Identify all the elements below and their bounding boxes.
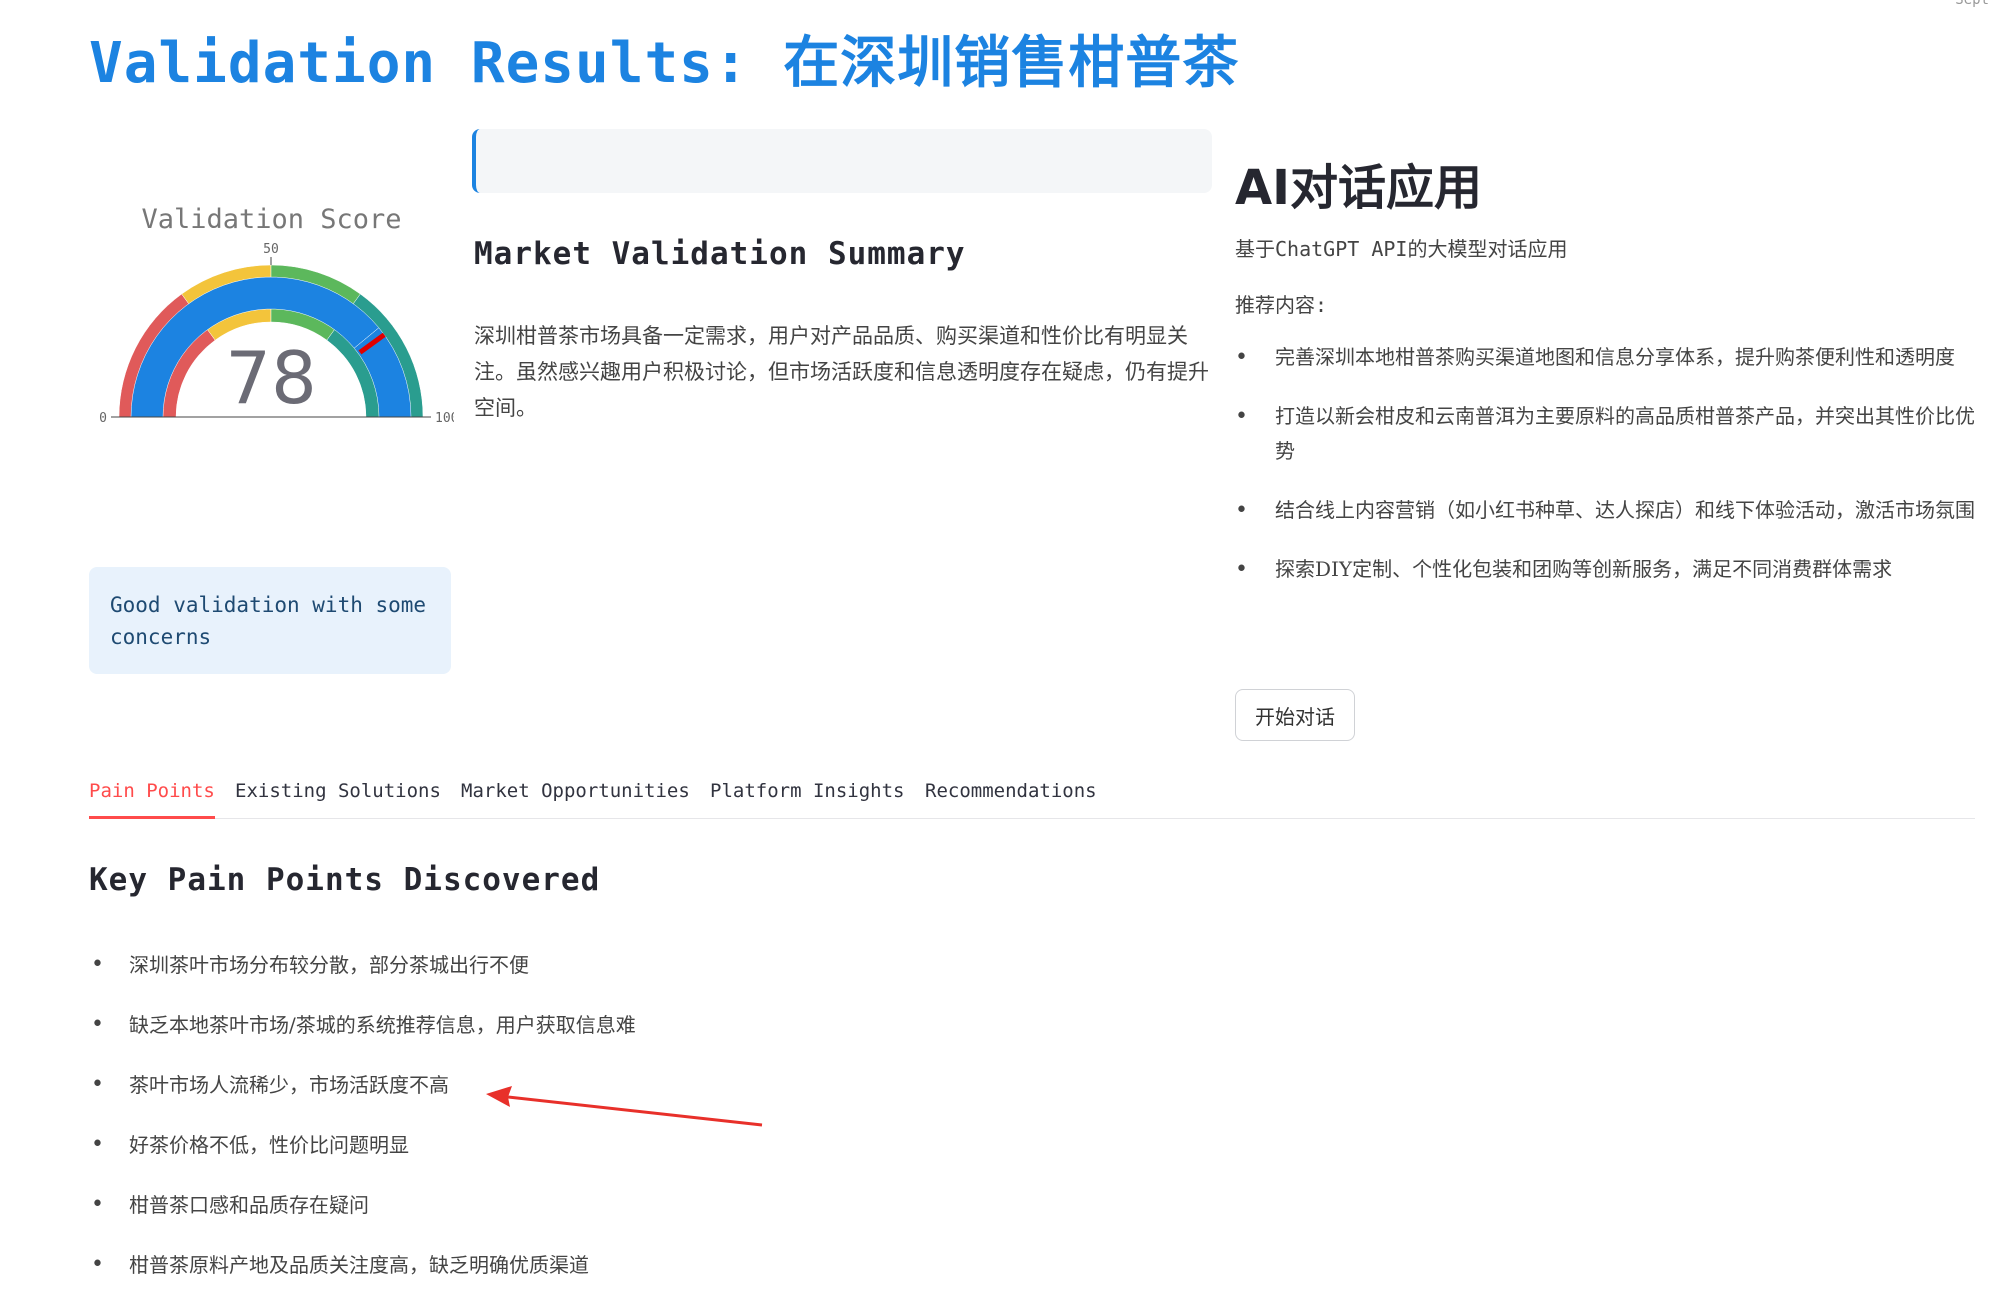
ai-panel-title: AI对话应用: [1235, 160, 1483, 216]
gauge-tick-max: 100: [435, 411, 454, 426]
gauge-title: Validation Score: [141, 204, 402, 235]
pain-point-item: 柑普茶原料产地及品质关注度高，缺乏明确优质渠道: [89, 1248, 989, 1308]
pain-point-item: 柑普茶口感和品质存在疑问: [89, 1188, 989, 1248]
verdict-box: Good validation with some concerns: [89, 567, 451, 674]
gauge-chart: 0 50 100 78: [99, 242, 454, 426]
pain-point-item: 缺乏本地茶叶市场/茶城的系统推荐信息，用户获取信息难: [89, 1008, 989, 1068]
annotation-arrow: [486, 1086, 763, 1127]
recommendation-item: 探索DIY定制、个性化包装和团购等创新服务，满足不同消费群体需求: [1235, 552, 1975, 587]
pain-points-heading: Key Pain Points Discovered: [89, 862, 601, 898]
corner-text: Sept: [1955, 0, 1989, 8]
page-title: Validation Results: 在深圳销售柑普茶: [89, 31, 1240, 96]
arrow-head: [486, 1086, 512, 1107]
tab-existing-solutions[interactable]: Existing Solutions: [235, 772, 441, 816]
pain-point-item: 好茶价格不低，性价比问题明显: [89, 1128, 989, 1188]
verdict-text: Good validation with some concerns: [110, 593, 427, 649]
gauge-tick-mid: 50: [263, 242, 279, 257]
summary-heading: Market Validation Summary: [474, 236, 966, 272]
info-bar: [472, 129, 1212, 193]
recommendations-list: 完善深圳本地柑普茶购买渠道地图和信息分享体系，提升购茶便利性和透明度 打造以新会…: [1235, 340, 1975, 611]
recommendation-item: 完善深圳本地柑普茶购买渠道地图和信息分享体系，提升购茶便利性和透明度: [1235, 340, 1975, 375]
recommendation-item: 打造以新会柑皮和云南普洱为主要原料的高品质柑普茶产品，并突出其性价比优势: [1235, 399, 1975, 469]
tab-platform-insights[interactable]: Platform Insights: [710, 772, 904, 816]
tab-recommendations[interactable]: Recommendations: [925, 772, 1097, 816]
validation-score-gauge: Validation Score 0 50 100 78: [89, 195, 454, 445]
arrow-shaft: [507, 1095, 763, 1127]
tab-market-opportunities[interactable]: Market Opportunities: [461, 772, 690, 816]
tab-bar: Pain Points Existing Solutions Market Op…: [89, 772, 1975, 819]
gauge-value-number: 78: [225, 336, 317, 420]
summary-text: 深圳柑普茶市场具备一定需求，用户对产品品质、购买渠道和性价比有明显关注。虽然感兴…: [474, 324, 1209, 420]
tab-pain-points[interactable]: Pain Points: [89, 772, 215, 819]
start-chat-button[interactable]: 开始对话: [1235, 689, 1355, 741]
recommendation-item: 结合线上内容营销（如小红书种草、达人探店）和线下体验活动，激活市场氛围: [1235, 493, 1975, 528]
gauge-tick-min: 0: [99, 411, 107, 426]
recommendations-label: 推荐内容:: [1235, 293, 1328, 317]
ai-panel-subtitle: 基于ChatGPT API的大模型对话应用: [1235, 237, 1568, 261]
pain-point-item: 深圳茶叶市场分布较分散，部分茶城出行不便: [89, 948, 989, 1008]
